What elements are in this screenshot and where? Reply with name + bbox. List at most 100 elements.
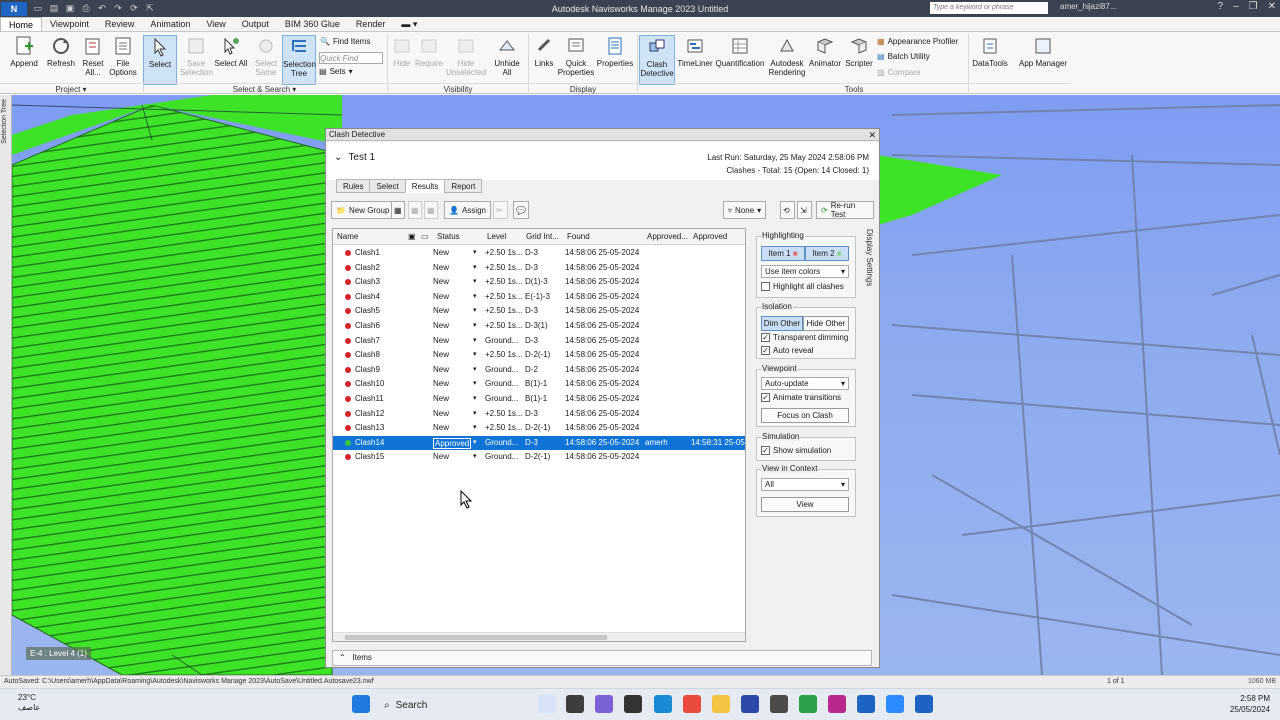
table-row[interactable]: Clash12 New +2.50 1s... D-3 14:58:06 25-05-2… — [333, 407, 745, 422]
xbox-icon[interactable] — [799, 695, 817, 713]
selection-tree-strip[interactable]: Selection Tree — [0, 95, 12, 675]
col-found[interactable]: Found — [567, 232, 590, 241]
status-dropdown-icon[interactable]: ▾ — [473, 365, 477, 373]
tab-viewpoint[interactable]: Viewpoint — [42, 17, 97, 31]
table-row[interactable]: Clash4 New +2.50 1s... E(-1)-3 14:58:06 25-0… — [333, 290, 745, 305]
col-level[interactable]: Level — [487, 232, 506, 241]
table-row[interactable]: Clash8 New +2.50 1s... D-2(-1) 14:58:06 25-0… — [333, 348, 745, 363]
col-grid[interactable]: Grid Int... — [526, 232, 559, 241]
col-name[interactable]: Name — [337, 232, 358, 241]
file-options-button[interactable]: File Options — [106, 35, 140, 77]
status-dropdown-icon[interactable]: ▾ — [473, 292, 477, 300]
collapse-chevron-icon[interactable]: ⌄ — [334, 152, 342, 163]
user-account[interactable]: amer_hijazi87... — [1060, 2, 1116, 11]
group-tool-icon[interactable]: ▦ — [391, 201, 405, 219]
reset-all-button[interactable]: Reset All... — [78, 35, 108, 77]
tab-render[interactable]: Render — [348, 17, 394, 31]
hide-unselected-button[interactable]: Hide Unselected — [446, 35, 486, 77]
table-row[interactable]: Clash13 New +2.50 1s... D-2(-1) 14:58:06 25-… — [333, 421, 745, 436]
view-button[interactable]: View — [761, 497, 849, 512]
cell-status[interactable]: New — [433, 263, 449, 272]
require-button[interactable]: Require — [414, 35, 444, 68]
select-all-button[interactable]: Select All — [214, 35, 248, 68]
table-row[interactable]: Clash15 New Ground... D-2(-1) 14:58:06 25-05… — [333, 450, 745, 465]
highlight-all-checkbox[interactable]: Highlight all clashes — [761, 282, 844, 291]
tab-results[interactable]: Results — [404, 179, 446, 193]
zoom-icon[interactable] — [886, 695, 904, 713]
status-dropdown-icon[interactable]: ▾ — [473, 379, 477, 387]
col-camera-icon[interactable]: ▣ — [408, 232, 416, 241]
tab-overflow-icon[interactable]: ▬ ▾ — [393, 17, 425, 31]
system-clock[interactable]: 2:58 PM 25/05/2024 — [1230, 693, 1270, 715]
table-row[interactable]: Clash3 New +2.50 1s... D(1)-3 14:58:06 25-05… — [333, 275, 745, 290]
maximize-icon[interactable]: ❐ — [1249, 1, 1258, 12]
links-button[interactable]: Links — [530, 35, 558, 68]
cell-status[interactable]: New — [433, 336, 449, 345]
find-items-button[interactable]: 🔍 Find Items — [320, 37, 370, 46]
export-icon[interactable]: ⇲ — [797, 201, 812, 219]
save-icon[interactable]: ▣ — [63, 3, 77, 15]
autodesk-rendering-button[interactable]: Autodesk Rendering — [766, 35, 808, 77]
open-file-icon[interactable]: ▤ — [47, 3, 61, 15]
app-manager-button[interactable]: App Manager — [1016, 35, 1070, 68]
explode-group-icon[interactable]: ▦ — [424, 201, 438, 219]
tab-rules[interactable]: Rules — [336, 179, 371, 193]
col-approved-by[interactable]: Approved... — [647, 232, 688, 241]
close-icon[interactable]: ✕ — [1268, 1, 1276, 12]
status-dropdown-icon[interactable]: ▾ — [473, 438, 477, 446]
transparent-dimming-checkbox[interactable]: ✓ Transparent dimming — [761, 333, 848, 342]
navisworks-icon[interactable] — [857, 695, 875, 713]
help-icon[interactable]: ? — [1218, 1, 1224, 12]
redo-icon[interactable]: ↷ — [111, 3, 125, 15]
viewpoint-mode-select[interactable]: Auto-update ▾ — [761, 377, 849, 390]
scrollbar-thumb[interactable] — [345, 635, 607, 640]
focus-on-clash-button[interactable]: Focus on Clash — [761, 408, 849, 423]
weather-widget[interactable]: 23°C عاصف — [18, 693, 40, 713]
compact-icon[interactable]: ⟲ — [780, 201, 795, 219]
cell-status[interactable]: New — [433, 423, 449, 432]
properties-button[interactable]: Properties — [596, 35, 634, 68]
hide-button[interactable]: Hide — [390, 35, 414, 68]
table-row[interactable]: Clash2 New +2.50 1s... D-3 14:58:06 25-05-20… — [333, 261, 745, 276]
select-same-button[interactable]: Select Same — [250, 35, 282, 77]
table-row[interactable]: Clash1 New +2.50 1s... D-3 14:58:06 25-05-20… — [333, 246, 745, 261]
undo-icon[interactable]: ↶ — [95, 3, 109, 15]
cell-status[interactable]: New — [433, 321, 449, 330]
dim-other-button[interactable]: Dim Other — [761, 316, 803, 331]
chrome-icon[interactable] — [683, 695, 701, 713]
cell-status[interactable]: Approved — [433, 437, 472, 449]
task-view-icon[interactable] — [566, 695, 584, 713]
clash-detective-button[interactable]: Clash Detective — [639, 35, 675, 85]
new-file-icon[interactable]: ▭ — [31, 3, 45, 15]
table-row[interactable]: Clash5 New +2.50 1s... D-3 14:58:06 25-05-20… — [333, 304, 745, 319]
table-row[interactable]: Clash11 New Ground... B(1)-1 14:58:06 25-05-… — [333, 392, 745, 407]
table-row[interactable]: Clash14 Approved Ground... D-3 14:58:06 25-0… — [333, 435, 745, 451]
quick-find-input[interactable]: Quick Find — [319, 52, 383, 64]
hide-other-button[interactable]: Hide Other — [803, 316, 849, 331]
edge-icon[interactable] — [654, 695, 672, 713]
taskbar-search[interactable]: ⌕ Search — [378, 695, 488, 715]
cell-status[interactable]: New — [433, 379, 449, 388]
refresh-button[interactable]: Refresh — [44, 35, 78, 68]
status-dropdown-icon[interactable]: ▾ — [473, 248, 477, 256]
item1-toggle[interactable]: Item 1 ■ — [761, 246, 805, 261]
selection-tree-button[interactable]: Selection Tree — [282, 35, 316, 85]
tab-select[interactable]: Select — [369, 179, 406, 193]
status-dropdown-icon[interactable]: ▾ — [473, 423, 477, 431]
group-project-label[interactable]: Project ▾ — [0, 83, 142, 94]
file-explorer-icon[interactable] — [712, 695, 730, 713]
new-group-button[interactable]: 📁 New Group — [331, 201, 395, 219]
refresh-icon[interactable]: ⟳ — [127, 3, 141, 15]
app-logo[interactable]: N — [1, 1, 27, 16]
status-dropdown-icon[interactable]: ▾ — [473, 452, 477, 460]
filter-none-dropdown[interactable]: ▿ None ▾ — [723, 201, 767, 219]
navisworks-active-icon[interactable] — [915, 695, 933, 713]
help-search-input[interactable]: Type a keyword or phrase — [930, 2, 1048, 14]
scripter-button[interactable]: Scripter — [843, 35, 875, 68]
cell-status[interactable]: New — [433, 452, 449, 461]
col-status[interactable]: Status — [437, 232, 460, 241]
minimize-icon[interactable]: – — [1233, 1, 1239, 12]
cell-status[interactable]: New — [433, 292, 449, 301]
cell-status[interactable]: New — [433, 277, 449, 286]
timeliner-button[interactable]: TimeLiner — [677, 35, 713, 68]
